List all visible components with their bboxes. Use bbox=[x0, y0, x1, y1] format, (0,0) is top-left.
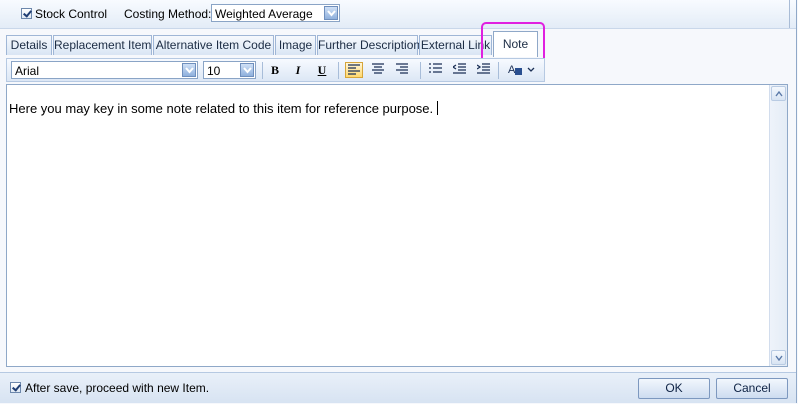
align-center-button[interactable] bbox=[369, 62, 387, 78]
chevron-down-icon[interactable] bbox=[240, 63, 254, 77]
divider bbox=[262, 62, 263, 79]
outdent-button[interactable] bbox=[450, 62, 468, 78]
scroll-down-button[interactable] bbox=[771, 350, 786, 365]
chevron-up-icon bbox=[775, 91, 783, 97]
bullet-list-icon bbox=[428, 63, 442, 73]
ok-button[interactable]: OK bbox=[638, 378, 710, 399]
chevron-down-icon[interactable] bbox=[324, 6, 338, 20]
note-editor[interactable]: Here you may key in some note related to… bbox=[6, 84, 788, 367]
costing-method-select[interactable]: Weighted Average bbox=[211, 4, 340, 22]
indent-button[interactable] bbox=[474, 62, 492, 78]
underline-button[interactable]: U bbox=[313, 62, 331, 78]
indent-icon bbox=[476, 63, 490, 74]
font-color-button[interactable]: A bbox=[505, 62, 537, 78]
after-save-checkbox[interactable] bbox=[10, 382, 21, 393]
costing-method-label: Costing Method: bbox=[124, 7, 212, 21]
divider bbox=[338, 62, 339, 79]
formatting-toolbar: Arial 10 B I U A bbox=[6, 58, 545, 82]
tab-further-description[interactable]: Further Description bbox=[317, 35, 420, 55]
item-dialog: Stock Control Costing Method: Weighted A… bbox=[0, 0, 797, 403]
stock-control-label: Stock Control bbox=[35, 7, 108, 21]
scroll-up-button[interactable] bbox=[771, 86, 786, 101]
chevron-down-icon[interactable] bbox=[182, 63, 196, 77]
font-size-select[interactable]: 10 bbox=[203, 61, 256, 79]
after-save-label: After save, proceed with new Item. bbox=[25, 381, 210, 395]
tab-replacement-item[interactable]: Replacement Item bbox=[53, 35, 152, 55]
align-right-button[interactable] bbox=[393, 62, 411, 78]
align-right-icon bbox=[396, 63, 408, 74]
svg-text:A: A bbox=[508, 64, 516, 76]
stock-control-checkbox[interactable] bbox=[21, 8, 32, 19]
align-left-button[interactable] bbox=[345, 62, 363, 78]
bullet-list-button[interactable] bbox=[426, 62, 444, 78]
tab-details[interactable]: Details bbox=[6, 35, 52, 55]
dialog-footer: After save, proceed with new Item. OK Ca… bbox=[0, 372, 796, 403]
tab-alternative-item-code[interactable]: Alternative Item Code bbox=[153, 35, 274, 55]
align-left-icon bbox=[348, 64, 360, 75]
font-name-select[interactable]: Arial bbox=[11, 61, 198, 79]
divider bbox=[498, 62, 499, 79]
note-text-area[interactable]: Here you may key in some note related to… bbox=[9, 101, 439, 116]
outdent-icon bbox=[451, 63, 466, 74]
chevron-down-icon bbox=[775, 355, 783, 361]
font-color-icon: A bbox=[508, 64, 535, 76]
text-caret bbox=[437, 101, 439, 115]
cancel-button[interactable]: Cancel bbox=[716, 378, 788, 399]
divider bbox=[789, 0, 790, 28]
vertical-scrollbar[interactable] bbox=[769, 85, 787, 366]
top-options-bar: Stock Control Costing Method: Weighted A… bbox=[0, 0, 796, 29]
italic-button[interactable]: I bbox=[289, 62, 307, 78]
tab-image[interactable]: Image bbox=[275, 35, 316, 55]
note-text: Here you may key in some note related to… bbox=[9, 101, 434, 116]
divider bbox=[420, 62, 421, 79]
align-center-icon bbox=[372, 63, 384, 74]
bold-button[interactable]: B bbox=[266, 62, 284, 78]
